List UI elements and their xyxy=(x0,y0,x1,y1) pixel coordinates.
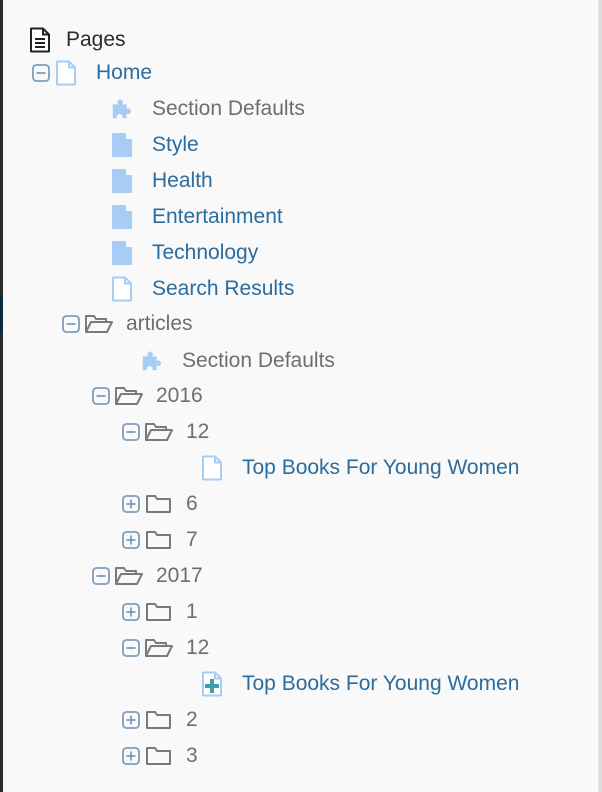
tree-root[interactable]: Pages xyxy=(28,26,126,54)
tree-node[interactable]: 2 xyxy=(122,705,198,735)
tree-node[interactable]: Top Books For Young Women xyxy=(178,453,519,483)
tree-node-label: articles xyxy=(126,312,193,335)
tree-node[interactable]: Section Defaults xyxy=(88,94,305,124)
folder-icon xyxy=(144,491,174,517)
tree-node[interactable]: 2017 xyxy=(92,561,203,591)
folder-open-icon xyxy=(114,383,144,409)
tree-node[interactable]: Search Results xyxy=(88,274,294,304)
tree-node[interactable]: Style xyxy=(88,130,199,160)
tree-node-label: Section Defaults xyxy=(182,349,335,372)
tree-node-label: 3 xyxy=(186,744,198,767)
tree-node[interactable]: 12 xyxy=(122,633,209,663)
left-edge-accent xyxy=(0,296,3,334)
tree-node[interactable]: articles xyxy=(62,309,193,339)
tree-node[interactable]: 12 xyxy=(122,417,209,447)
expand-toggle-icon[interactable] xyxy=(122,603,140,621)
folder-open-icon xyxy=(144,635,174,661)
tree-node[interactable]: 2016 xyxy=(92,381,203,411)
tree-node[interactable]: 6 xyxy=(122,489,198,519)
tree-node-label[interactable]: Search Results xyxy=(152,277,294,301)
tree-node-label[interactable]: Entertainment xyxy=(152,205,283,229)
expand-toggle-icon[interactable] xyxy=(122,495,140,513)
tree-node-label[interactable]: Top Books For Young Women xyxy=(242,672,519,696)
page-filled-icon xyxy=(110,204,134,230)
tree-node-label: 6 xyxy=(186,492,198,515)
left-panel-edge xyxy=(0,0,3,792)
tree-node-label: 12 xyxy=(186,420,210,443)
tree-node[interactable]: Section Defaults xyxy=(118,346,335,376)
collapse-toggle-icon[interactable] xyxy=(62,315,80,333)
expand-toggle-icon[interactable] xyxy=(122,711,140,729)
document-icon xyxy=(28,27,52,53)
tree-node[interactable]: Technology xyxy=(88,238,258,268)
page-filled-icon xyxy=(110,168,134,194)
folder-open-icon xyxy=(144,419,174,445)
collapse-toggle-icon[interactable] xyxy=(92,387,110,405)
tree-node-label[interactable]: Home xyxy=(96,61,152,85)
expand-toggle-icon[interactable] xyxy=(122,531,140,549)
tree-node-label: Section Defaults xyxy=(152,97,305,120)
tree-node-label[interactable]: Top Books For Young Women xyxy=(242,456,519,480)
collapse-toggle-icon[interactable] xyxy=(122,639,140,657)
tree-node[interactable]: 1 xyxy=(122,597,198,627)
tree-node[interactable]: Home xyxy=(32,58,152,88)
tree-node[interactable]: Health xyxy=(88,166,213,196)
page-icon xyxy=(54,60,78,86)
expand-toggle-icon[interactable] xyxy=(122,747,140,765)
tree-node-label: 12 xyxy=(186,636,210,659)
tree-root-label: Pages xyxy=(66,28,126,51)
puzzle-piece-icon xyxy=(110,96,134,122)
folder-open-icon xyxy=(84,311,114,337)
collapse-toggle-icon[interactable] xyxy=(32,64,50,82)
page-icon xyxy=(110,276,134,302)
tree-node-label: 2017 xyxy=(156,564,203,587)
tree-node-label: 2016 xyxy=(156,384,203,407)
tree-node-label[interactable]: Technology xyxy=(152,241,258,265)
tree-node-label: 2 xyxy=(186,708,198,731)
collapse-toggle-icon[interactable] xyxy=(122,423,140,441)
tree-node[interactable]: Top Books For Young Women xyxy=(178,669,519,699)
folder-icon xyxy=(144,527,174,553)
page-filled-icon xyxy=(110,132,134,158)
vertical-scrollbar[interactable] xyxy=(598,0,602,792)
tree-node-label[interactable]: Health xyxy=(152,169,213,193)
page-filled-icon xyxy=(110,240,134,266)
collapse-toggle-icon[interactable] xyxy=(92,567,110,585)
puzzle-piece-icon xyxy=(140,348,164,374)
tree-node[interactable]: 7 xyxy=(122,525,198,555)
tree-node-label[interactable]: Style xyxy=(152,133,199,157)
folder-open-icon xyxy=(114,563,144,589)
folder-icon xyxy=(144,743,174,769)
tree-node-label: 1 xyxy=(186,600,198,623)
folder-icon xyxy=(144,599,174,625)
tree-node-label: 7 xyxy=(186,528,198,551)
new-page-icon xyxy=(200,671,224,697)
tree-node[interactable]: Entertainment xyxy=(88,202,283,232)
page-icon xyxy=(200,455,224,481)
tree-node[interactable]: 3 xyxy=(122,741,198,771)
folder-icon xyxy=(144,707,174,733)
